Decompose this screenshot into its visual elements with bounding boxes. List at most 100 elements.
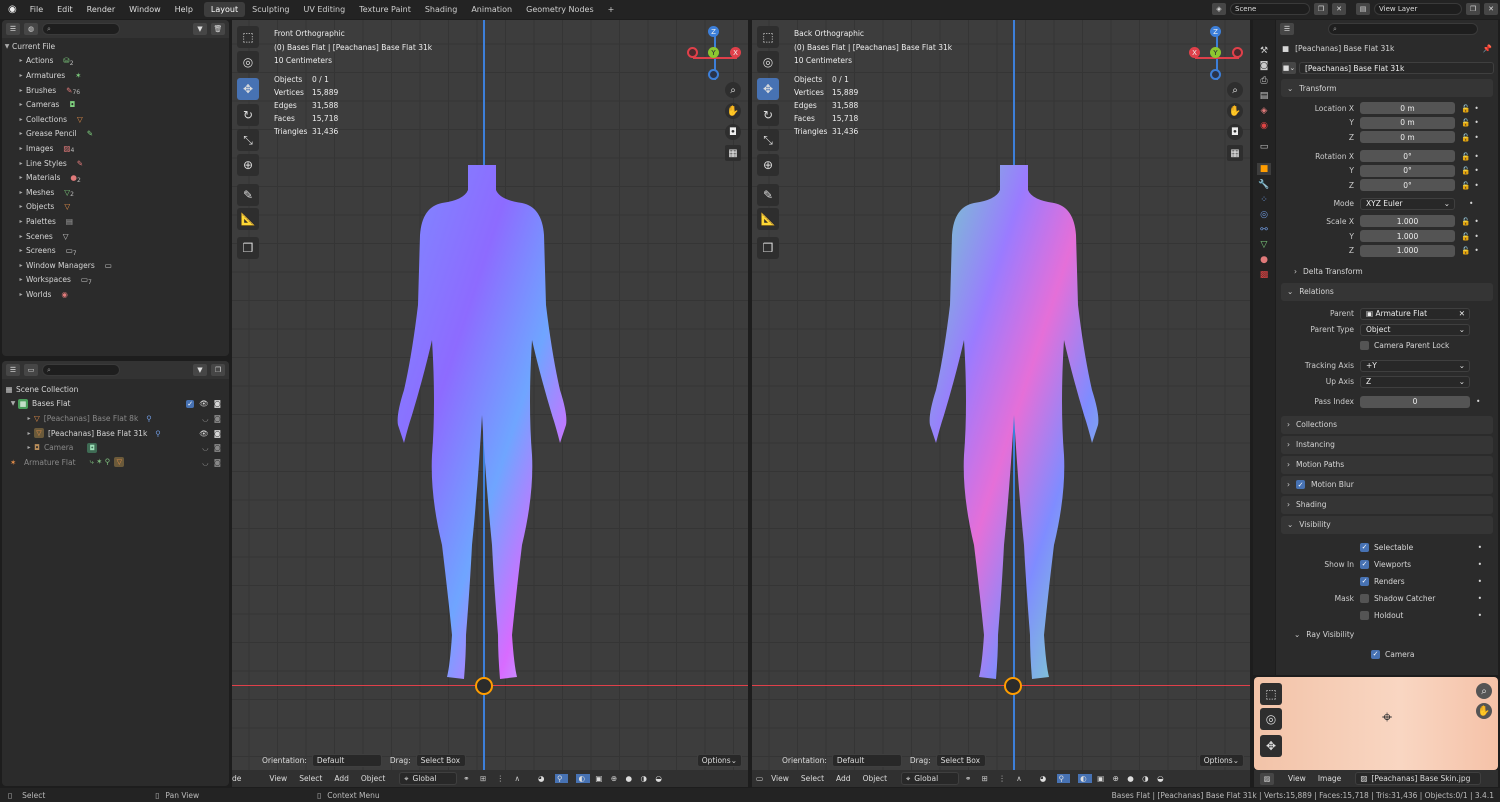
lock-icon[interactable]: 🔓 [1461, 104, 1470, 113]
menu-add[interactable]: Add [334, 774, 349, 783]
delete-scene-icon[interactable]: ✕ [1332, 3, 1346, 15]
transform-orientation-dropdown[interactable]: ⌖ Global [399, 772, 458, 785]
datablock-row[interactable]: ▸ Screens ▭ 7 [2, 243, 229, 258]
keyframe-dot-icon[interactable]: • [1478, 594, 1482, 603]
delta-transform-subsection[interactable]: › Delta Transform [1276, 262, 1498, 282]
keyframe-dot-icon[interactable]: • [1474, 118, 1478, 127]
drag-dropdown[interactable]: Select Box [415, 754, 466, 767]
expand-icon[interactable]: ▸ [16, 116, 26, 123]
orientation-dropdown[interactable]: Default [311, 754, 382, 767]
constraints-tab-icon[interactable]: ⚯ [1260, 225, 1268, 235]
x-axis-icon[interactable]: X [1189, 47, 1200, 58]
datablock-row[interactable]: ▸ Window Managers ▭ [2, 258, 229, 273]
motion-blur-checkbox[interactable]: ✓ [1296, 480, 1305, 490]
keyframe-dot-icon[interactable]: • [1474, 217, 1478, 226]
menu-window[interactable]: Window [129, 5, 161, 14]
purge-icon[interactable]: 🗑 [211, 23, 225, 35]
expand-icon[interactable]: ▸ [16, 145, 26, 152]
datablock-row[interactable]: ▸ Brushes ✎ 76 [2, 83, 229, 98]
tab-texture-paint[interactable]: Texture Paint [352, 2, 418, 17]
camera-parent-lock-checkbox[interactable] [1360, 341, 1369, 351]
z-axis-icon[interactable]: Z [1210, 26, 1221, 37]
select-box-tool-icon[interactable]: ⬚ [237, 26, 259, 48]
parent-field[interactable]: ▣ Armature Flat ✕ [1360, 307, 1470, 320]
x-axis-icon[interactable]: X [730, 47, 741, 58]
datablock-row[interactable]: ▸ Palettes ▤ [2, 214, 229, 229]
new-scene-icon[interactable]: ❐ [1314, 3, 1328, 15]
datablock-row[interactable]: ▸ Objects ▽ [2, 200, 229, 215]
collections-section[interactable]: › Collections [1281, 415, 1493, 434]
add-cube-tool-icon[interactable]: ❒ [237, 237, 259, 259]
y-axis-icon[interactable]: Y [1210, 47, 1221, 58]
neg-x-axis-icon[interactable] [687, 47, 698, 58]
location-x-field[interactable]: 0 m [1360, 102, 1455, 115]
particles-tab-icon[interactable]: ⁘ [1260, 195, 1268, 205]
expand-icon[interactable]: ▸ [16, 87, 26, 94]
tab-geometry-nodes[interactable]: Geometry Nodes [519, 2, 600, 17]
shading-mode-icons[interactable]: ◐ ▣ ⊕ ● ◑ ◒ [576, 774, 664, 783]
editor-type-icon[interactable]: ☰ [1280, 23, 1294, 35]
rotation-x-field[interactable]: 0° [1360, 150, 1455, 163]
keyframe-dot-icon[interactable]: • [1474, 166, 1478, 175]
cursor-tool-icon[interactable]: ◎ [1260, 708, 1282, 730]
lock-icon[interactable]: 🔓 [1461, 246, 1470, 255]
texture-tab-icon[interactable]: ▩ [1260, 270, 1269, 280]
camera-render-icon[interactable]: ◙ [214, 429, 221, 438]
rotation-mode-dropdown[interactable]: XYZ Euler ⌄ [1360, 197, 1455, 210]
scale-tool-icon[interactable]: ⤡ [757, 129, 779, 151]
outliner-row-bases-flat[interactable]: ▼ ▦ Bases Flat ✓ 👁 ◙ [2, 397, 229, 412]
datablock-row[interactable]: ▸ Images ▨ 4 [2, 141, 229, 156]
datablock-row[interactable]: ▸ Line Styles ✎ [2, 156, 229, 171]
search-input[interactable]: ⌕ [42, 23, 120, 35]
lock-icon[interactable]: 🔓 [1461, 217, 1470, 226]
rotate-tool-icon[interactable]: ↻ [237, 104, 259, 126]
keyframe-dot-icon[interactable]: • [1478, 543, 1482, 552]
world-tab-icon[interactable]: ◉ [1260, 121, 1268, 131]
scene-field[interactable]: Scene [1230, 3, 1310, 15]
lock-icon[interactable]: 🔓 [1461, 232, 1470, 241]
menu-render[interactable]: Render [87, 5, 115, 14]
cursor-tool-icon[interactable]: ◎ [757, 51, 779, 73]
expand-icon[interactable]: ▸ [16, 57, 26, 64]
viewports-checkbox[interactable]: ✓ [1360, 559, 1369, 569]
keyframe-dot-icon[interactable]: • [1474, 246, 1478, 255]
neg-z-axis-icon[interactable] [1210, 69, 1221, 80]
renders-checkbox[interactable]: ✓ [1360, 576, 1369, 586]
menu-edit[interactable]: Edit [57, 5, 73, 14]
menu-view[interactable]: View [771, 774, 789, 783]
menu-image[interactable]: Image [1318, 774, 1342, 783]
y-axis-icon[interactable]: Y [708, 47, 719, 58]
menu-object[interactable]: Object [863, 774, 887, 783]
outliner-row-camera[interactable]: ▸ ◘ Camera ◘ ◡ ◙ [2, 440, 229, 455]
tool-tab-icon[interactable]: ⚒ [1260, 46, 1268, 56]
keyframe-dot-icon[interactable]: • [1474, 104, 1478, 113]
datablock-row[interactable]: ▸ Cameras ◘ [2, 97, 229, 112]
annotate-tool-icon[interactable]: ✎ [757, 184, 779, 206]
overlay-gizmo-icons[interactable]: ◕ ⚲ [538, 774, 569, 783]
view-layer-icon[interactable]: ▤ [1356, 3, 1370, 15]
current-file-row[interactable]: ▼ Current File [2, 39, 229, 54]
visibility-section[interactable]: ⌄ Visibility [1281, 515, 1493, 534]
sample-tool-icon[interactable]: ⬚ [1260, 683, 1282, 705]
pin-icon[interactable]: 📌 [1483, 44, 1492, 53]
add-workspace-button[interactable]: + [601, 2, 622, 17]
keyframe-dot-icon[interactable]: • [1474, 181, 1478, 190]
editor-type-icon[interactable]: ☰ [6, 364, 20, 376]
holdout-checkbox[interactable] [1360, 610, 1369, 620]
menu-select[interactable]: Select [299, 774, 322, 783]
instancing-section[interactable]: › Instancing [1281, 435, 1493, 454]
outliner-row-base-flat-8k[interactable]: ▸ ▽ [Peachanas] Base Flat 8k ⚲ ◡ ◙ [2, 411, 229, 426]
select-box-tool-icon[interactable]: ⬚ [757, 26, 779, 48]
add-cube-tool-icon[interactable]: ❒ [757, 237, 779, 259]
camera-render-icon[interactable]: ◙ [214, 443, 221, 452]
tab-shading[interactable]: Shading [418, 2, 465, 17]
expand-icon[interactable]: ▸ [24, 444, 34, 451]
menu-select[interactable]: Select [801, 774, 824, 783]
rotation-y-field[interactable]: 0° [1360, 164, 1455, 177]
transform-tool-icon[interactable]: ⊕ [757, 154, 779, 176]
shadow-catcher-checkbox[interactable] [1360, 593, 1369, 603]
expand-icon[interactable]: ▸ [16, 174, 26, 181]
tab-layout[interactable]: Layout [203, 2, 246, 17]
editor-type-icon[interactable]: ▨ [1260, 772, 1274, 785]
datablock-row[interactable]: ▸ Grease Pencil ✎ [2, 127, 229, 142]
